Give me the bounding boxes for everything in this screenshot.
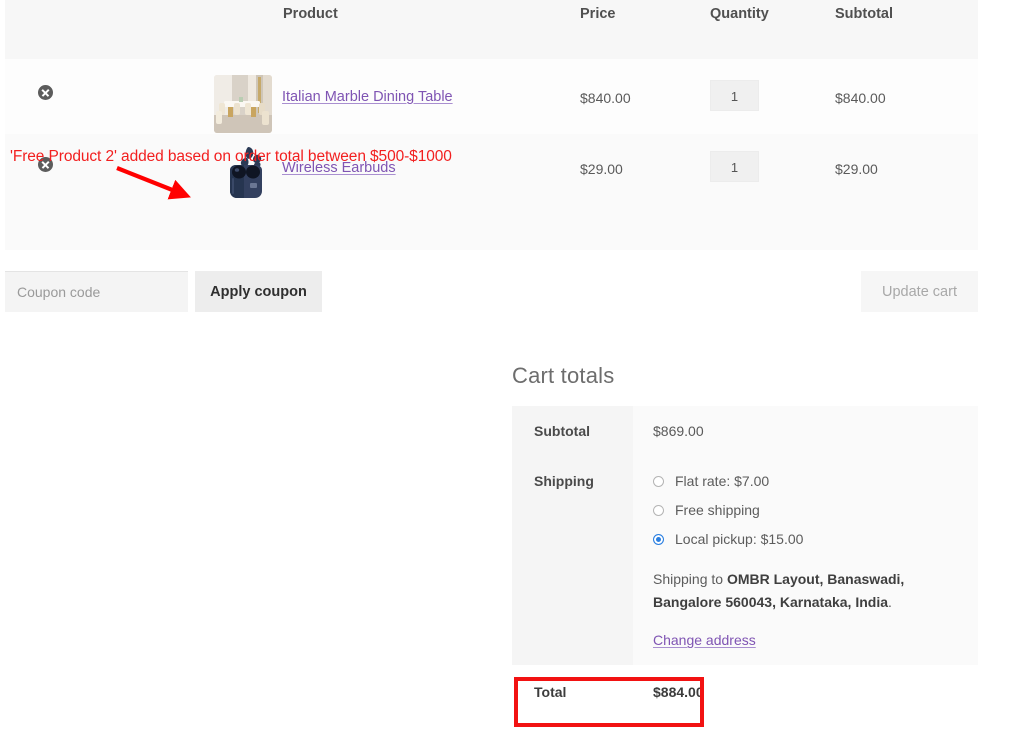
product-link-dining-table[interactable]: Italian Marble Dining Table <box>282 89 453 105</box>
product-name-cell: Italian Marble Dining Table <box>272 59 570 134</box>
price-value: $840.00 <box>580 90 631 106</box>
shipping-option-free-shipping[interactable]: Free shipping <box>653 502 978 518</box>
totals-row-subtotal: Subtotal $869.00 <box>512 406 978 456</box>
shipping-option-label: Flat rate: $7.00 <box>675 473 770 489</box>
header-product: Product <box>272 0 570 59</box>
quantity-cell: 1 <box>702 59 821 134</box>
apply-coupon-button[interactable]: Apply coupon <box>195 271 322 312</box>
remove-cell <box>5 59 67 134</box>
cart-header-row: Product Price Quantity Subtotal <box>5 0 978 59</box>
price-value: $29.00 <box>580 161 623 177</box>
cart-totals-panel: Cart totals Subtotal $869.00 Shipping Fl… <box>512 363 978 720</box>
shipping-option-flat-rate[interactable]: Flat rate: $7.00 <box>653 473 978 489</box>
change-address-link[interactable]: Change address <box>653 632 756 648</box>
annotation-free-product-note: 'Free Product 2' added based on order to… <box>10 148 452 165</box>
subtotal-amount: $869.00 <box>633 406 978 456</box>
subtotal-cell: $29.00 <box>821 134 978 250</box>
total-amount: $884.00 <box>633 665 978 720</box>
shipping-to-prefix: Shipping to <box>653 571 727 587</box>
remove-item-icon[interactable] <box>38 85 53 100</box>
radio-free-shipping-icon[interactable] <box>653 504 664 516</box>
shipping-label: Shipping <box>512 456 633 666</box>
price-cell: $29.00 <box>570 134 702 250</box>
subtotal-value: $840.00 <box>835 90 886 106</box>
update-cart-button[interactable]: Update cart <box>861 271 978 312</box>
header-price: Price <box>570 0 702 59</box>
table-row: Italian Marble Dining Table $840.00 1 $8… <box>5 59 978 134</box>
shipping-methods-list: Flat rate: $7.00 Free shipping Local pic… <box>653 473 978 547</box>
cart-items-table: Product Price Quantity Subtotal Italian … <box>5 0 978 250</box>
quantity-input[interactable]: 1 <box>710 151 759 182</box>
product-thumbnail-dining-table[interactable] <box>214 75 272 133</box>
coupon-code-input[interactable] <box>5 271 188 312</box>
total-label: Total <box>512 665 633 720</box>
subtotal-label: Subtotal <box>512 406 633 456</box>
shipping-options-cell: Flat rate: $7.00 Free shipping Local pic… <box>633 456 978 666</box>
shipping-option-local-pickup[interactable]: Local pickup: $15.00 <box>653 531 978 547</box>
quantity-input[interactable]: 1 <box>710 80 759 111</box>
cart-totals-table: Subtotal $869.00 Shipping Flat rate: $7.… <box>512 406 978 720</box>
totals-row-total: Total $884.00 <box>512 665 978 720</box>
radio-local-pickup-icon[interactable] <box>653 533 664 545</box>
shipping-option-label: Free shipping <box>675 502 760 518</box>
coupon-actions-row: Apply coupon Update cart <box>5 271 978 312</box>
shipping-destination: Shipping to OMBR Layout, Banaswadi, Bang… <box>653 568 973 613</box>
thumbnail-cell <box>67 59 272 134</box>
header-subtotal: Subtotal <box>821 0 978 59</box>
subtotal-cell: $840.00 <box>821 59 978 134</box>
subtotal-value: $29.00 <box>835 161 878 177</box>
header-remove <box>5 0 67 59</box>
shipping-to-suffix: . <box>888 593 892 610</box>
price-cell: $840.00 <box>570 59 702 134</box>
radio-flat-rate-icon[interactable] <box>653 475 664 487</box>
totals-row-shipping: Shipping Flat rate: $7.00 Free shipping <box>512 456 978 666</box>
header-thumbnail <box>67 0 272 59</box>
quantity-cell: 1 <box>702 134 821 250</box>
cart-totals-title: Cart totals <box>512 363 615 388</box>
shipping-option-label: Local pickup: $15.00 <box>675 531 804 547</box>
cart-table-header: Product Price Quantity Subtotal <box>5 0 978 59</box>
header-quantity: Quantity <box>702 0 821 59</box>
